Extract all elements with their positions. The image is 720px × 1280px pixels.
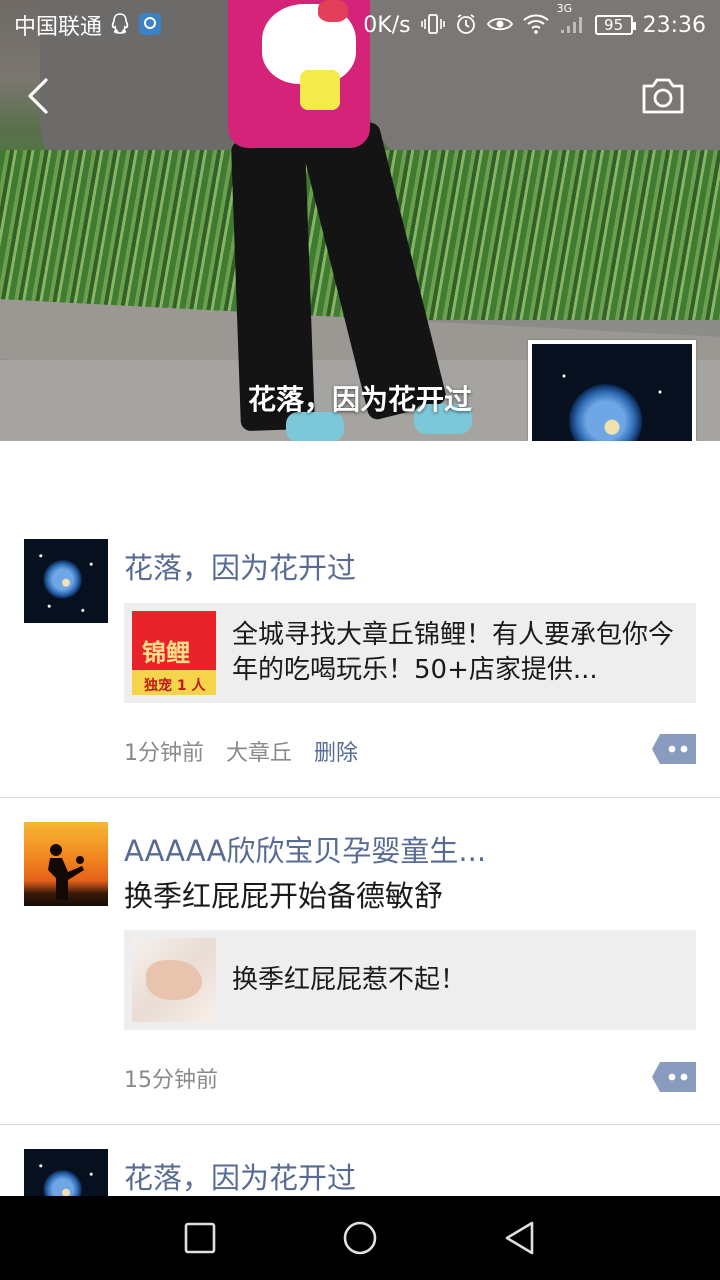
net-speed: 0K/s <box>363 12 411 38</box>
qq-icon <box>110 12 130 38</box>
status-left: 中国联通 <box>14 9 162 41</box>
more-comment-icon <box>652 734 696 764</box>
signal-icon: 3G <box>557 3 585 38</box>
network-type: 3G <box>556 1 573 15</box>
eye-icon <box>486 15 513 36</box>
post-meta: 15分钟前 <box>124 1062 218 1094</box>
thumbnail-subtitle: 独宠 1 人 <box>144 678 206 694</box>
comment-button[interactable] <box>652 734 696 764</box>
author-name[interactable]: 花落，因为花开过 <box>124 1155 356 1196</box>
divider <box>0 1124 720 1125</box>
recent-apps-icon <box>184 1222 216 1254</box>
kitty-print-body <box>300 70 340 110</box>
shared-link-card[interactable]: 锦鲤 独宠 1 人 全城寻找大章丘锦鲤！有人要承包你今年的吃喝玩乐！50+店家提… <box>124 603 696 703</box>
carrier-name: 中国联通 <box>14 15 103 40</box>
thumbnail-title: 锦鲤 <box>142 639 190 667</box>
post-text: 换季红屁屁开始备德敏舒 <box>124 879 444 913</box>
nav-back-button[interactable] <box>498 1216 542 1260</box>
battery-icon: 95 <box>594 15 636 35</box>
status-right: 0K/s 3G 95 23:36 <box>363 3 706 38</box>
silhouette-image <box>48 844 84 900</box>
link-title-text: 全城寻找大章丘锦鲤！有人要承包你今年的吃喝玩乐！50+店家提供... <box>232 620 675 685</box>
shared-link-card[interactable]: 换季红屁屁惹不起！ <box>124 930 696 1030</box>
divider <box>0 797 720 798</box>
avatar[interactable] <box>24 539 108 623</box>
back-button[interactable] <box>20 74 60 118</box>
alarm-icon <box>455 13 477 38</box>
chevron-left-icon <box>28 78 48 114</box>
post-time: 15分钟前 <box>124 1068 218 1093</box>
delete-button[interactable]: 删除 <box>314 735 358 767</box>
post-meta: 1分钟前 大章丘 删除 <box>124 735 358 767</box>
post-location[interactable]: 大章丘 <box>226 735 292 767</box>
app-notification-icon <box>138 12 162 39</box>
home-button[interactable] <box>338 1216 382 1260</box>
battery-level: 95 <box>604 16 624 34</box>
post-time: 1分钟前 <box>124 741 204 766</box>
link-thumbnail: 锦鲤 独宠 1 人 <box>132 611 216 695</box>
comment-button[interactable] <box>652 1062 696 1092</box>
author-name[interactable]: 花落，因为花开过 <box>124 545 356 587</box>
status-bar: 中国联通 0K/s 3G 95 23:36 <box>0 0 720 50</box>
system-navigation-bar <box>0 1196 720 1280</box>
camera-button[interactable] <box>640 76 686 116</box>
moments-feed[interactable]: 花落，因为花开过 锦鲤 独宠 1 人 全城寻找大章丘锦鲤！有人要承包你今年的吃喝… <box>0 441 720 1196</box>
link-title: 全城寻找大章丘锦鲤！有人要承包你今年的吃喝玩乐！50+店家提供... <box>232 618 678 688</box>
camera-icon <box>642 78 684 114</box>
baby-image <box>146 960 202 1000</box>
clock: 23:36 <box>642 12 706 38</box>
recent-apps-button[interactable] <box>178 1216 222 1260</box>
avatar[interactable] <box>24 822 108 906</box>
avatar[interactable] <box>24 1149 108 1196</box>
link-title: 换季红屁屁惹不起！ <box>232 963 466 998</box>
link-title-text: 换季红屁屁惹不起！ <box>232 964 467 995</box>
author-name[interactable]: AAAAA欣欣宝贝孕婴童生... <box>124 828 486 870</box>
home-icon <box>343 1221 377 1255</box>
wifi-icon <box>522 14 549 37</box>
vibrate-icon <box>420 13 445 38</box>
link-thumbnail <box>132 938 216 1022</box>
back-icon <box>505 1221 534 1255</box>
more-comment-icon <box>652 1062 696 1092</box>
profile-name: 花落，因为花开过 <box>248 383 473 416</box>
